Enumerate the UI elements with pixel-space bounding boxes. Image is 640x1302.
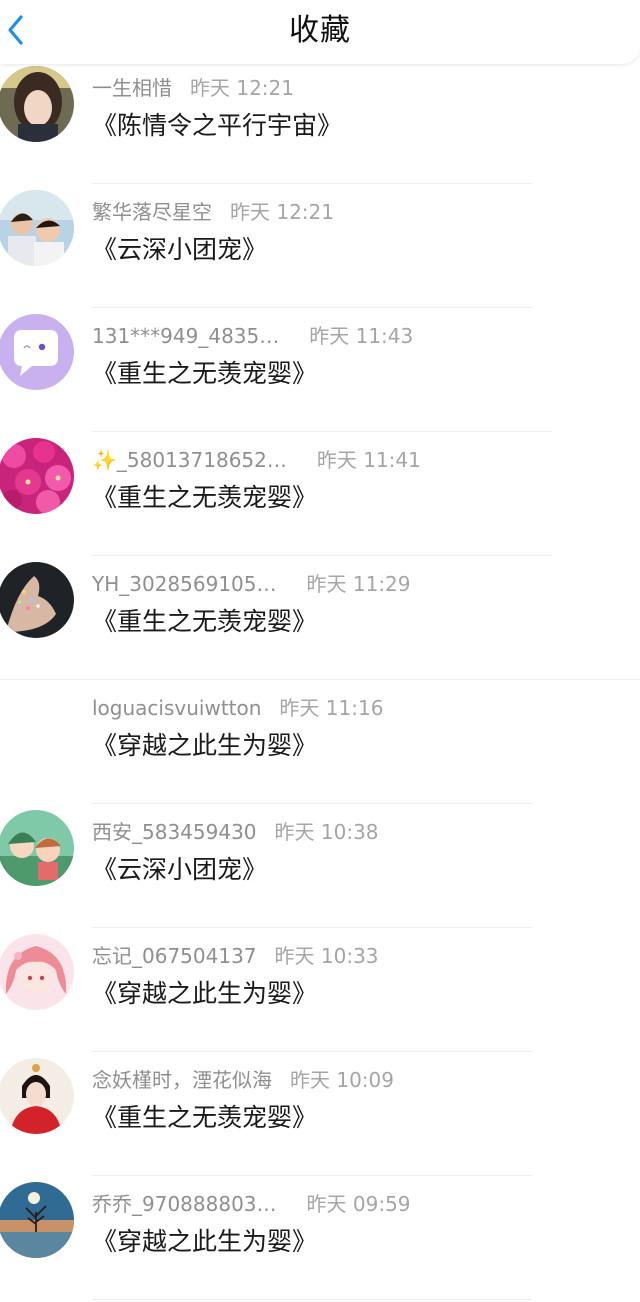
timestamp: 昨天 11:43 — [309, 324, 414, 348]
book-title[interactable]: 《穿越之此生为婴》 — [92, 1222, 317, 1258]
divider — [92, 1299, 532, 1300]
timestamp: 昨天 11:29 — [306, 572, 411, 596]
timestamp: 昨天 10:38 — [274, 820, 379, 844]
avatar[interactable] — [0, 562, 74, 638]
list-item[interactable]: 繁华落尽星空 昨天 12:21 《云深小团宠》 — [0, 184, 640, 308]
user-name: 乔乔_970888803… — [92, 1192, 277, 1216]
book-title[interactable]: 《穿越之此生为婴》 — [92, 726, 317, 762]
user-name: 一生相惜 — [92, 76, 172, 100]
list-item[interactable]: ✨_58013718652… 昨天 11:41 《重生之无羡宠婴》 — [0, 432, 640, 556]
list-item[interactable]: 一生相惜 昨天 12:21 《陈情令之平行宇宙》 — [0, 60, 640, 184]
timestamp: 昨天 10:33 — [274, 944, 379, 968]
timestamp: 昨天 12:21 — [190, 76, 294, 100]
user-name: 131***949_4835… — [92, 324, 280, 348]
book-title[interactable]: 《重生之无羡宠婴》 — [92, 1098, 317, 1134]
page-title: 收藏 — [289, 13, 351, 48]
book-title[interactable]: 《穿越之此生为婴》 — [92, 974, 317, 1010]
timestamp: 昨天 11:16 — [279, 696, 384, 720]
timestamp: 昨天 10:09 — [290, 1068, 394, 1092]
timestamp: 昨天 11:41 — [316, 448, 421, 472]
user-name: 西安_583459430 — [92, 820, 257, 844]
book-title[interactable]: 《云深小团宠》 — [92, 230, 267, 266]
avatar[interactable] — [0, 314, 74, 390]
book-title[interactable]: 《重生之无羡宠婴》 — [92, 602, 317, 638]
book-title[interactable]: 《云深小团宠》 — [92, 850, 267, 886]
favorites-list: 一生相惜 昨天 12:21 《陈情令之平行宇宙》 繁华落尽星空 昨天 12:21 《… — [0, 60, 640, 1300]
avatar[interactable] — [0, 438, 74, 514]
book-title[interactable]: 《陈情令之平行宇宙》 — [92, 106, 342, 142]
avatar[interactable] — [0, 1182, 74, 1258]
list-item[interactable]: YH_3028569105… 昨天 11:29 《重生之无羡宠婴》 — [0, 556, 640, 680]
list-item[interactable]: 131***949_4835… 昨天 11:43 《重生之无羡宠婴》 — [0, 308, 640, 432]
avatar[interactable] — [0, 934, 74, 1010]
timestamp: 昨天 12:21 — [230, 200, 334, 224]
list-item[interactable]: loguacisvuiwtton 昨天 11:16 《穿越之此生为婴》 — [0, 680, 640, 804]
list-item[interactable]: 忘记_067504137 昨天 10:33 《穿越之此生为婴》 — [0, 928, 640, 1052]
nav-bar: 收藏 — [0, 0, 640, 64]
list-item[interactable]: 乔乔_970888803… 昨天 09:59 《穿越之此生为婴》 — [0, 1176, 640, 1300]
book-title[interactable]: 《重生之无羡宠婴》 — [92, 478, 317, 514]
user-name: 忘记_067504137 — [92, 944, 257, 968]
user-name: loguacisvuiwtton — [92, 696, 262, 720]
avatar[interactable] — [0, 810, 74, 886]
avatar[interactable] — [0, 1058, 74, 1134]
list-item[interactable]: 念妖槿时，湮花似海 昨天 10:09 《重生之无羡宠婴》 — [0, 1052, 640, 1176]
user-name: 念妖槿时，湮花似海 — [92, 1068, 272, 1092]
user-name: ✨_58013718652… — [92, 448, 287, 472]
avatar[interactable] — [0, 190, 74, 266]
book-title[interactable]: 《重生之无羡宠婴》 — [92, 354, 317, 390]
timestamp: 昨天 09:59 — [306, 1192, 411, 1216]
avatar[interactable] — [0, 66, 74, 142]
user-name: YH_3028569105… — [92, 572, 277, 596]
user-name: 繁华落尽星空 — [92, 200, 212, 224]
list-item[interactable]: 西安_583459430 昨天 10:38 《云深小团宠》 — [0, 804, 640, 928]
